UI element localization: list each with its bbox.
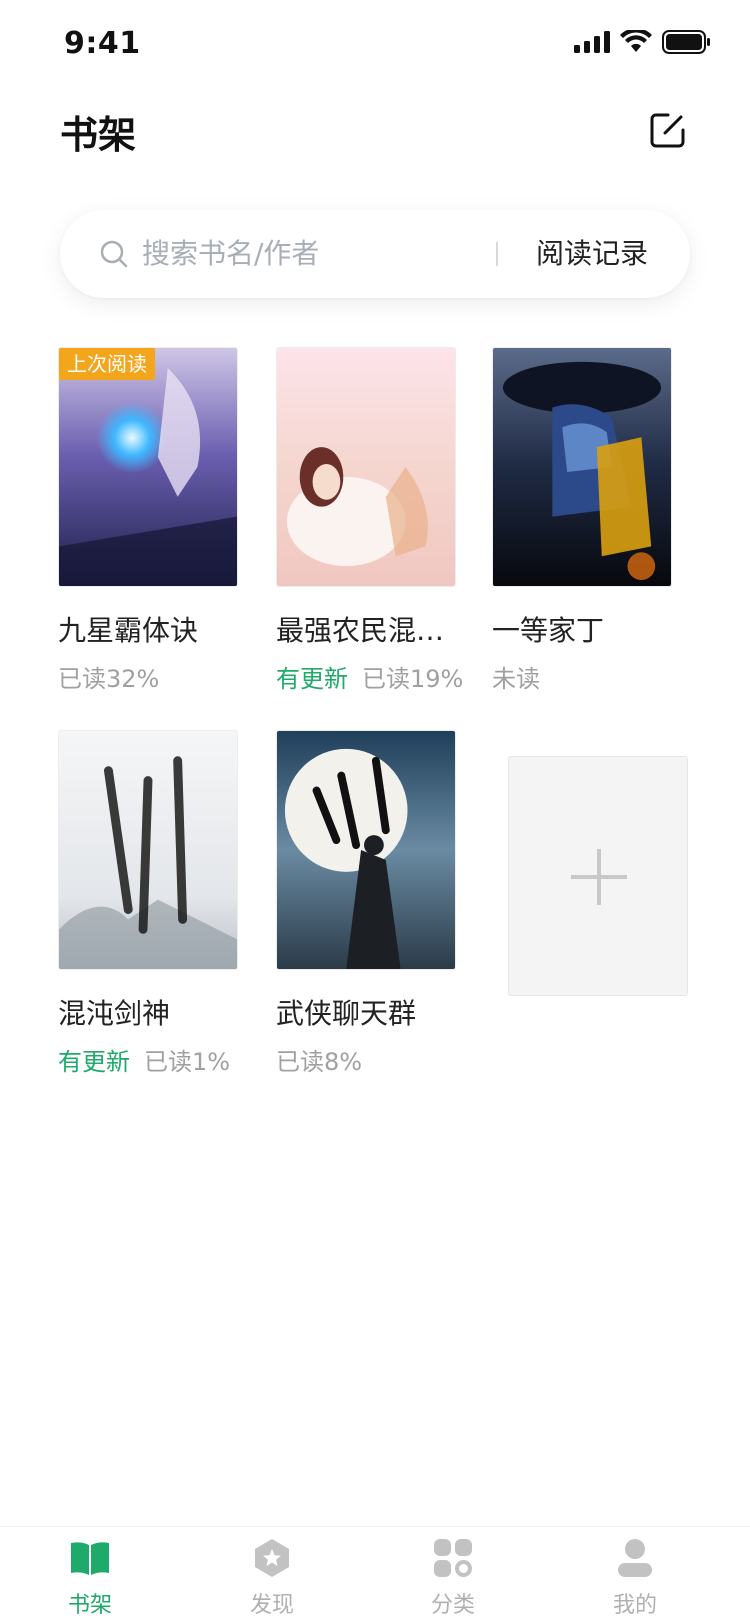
- profile-icon: [618, 1539, 652, 1577]
- signal-icon: [574, 31, 610, 53]
- book-progress: 未读: [492, 659, 540, 694]
- book-cover[interactable]: [58, 730, 238, 970]
- tab-bar: 书架 发现 分类 我的: [0, 1526, 750, 1624]
- tab-category[interactable]: 分类: [393, 1527, 513, 1624]
- search-divider: [496, 242, 498, 266]
- add-book-button[interactable]: [508, 756, 688, 996]
- tab-label: 发现: [249, 1593, 294, 1618]
- book-title[interactable]: 最强农民混…: [276, 609, 476, 649]
- book-cover[interactable]: [276, 730, 456, 970]
- plus-icon-vertical: [597, 849, 601, 905]
- book-progress: 已读8%: [276, 1042, 362, 1077]
- book-item[interactable]: 上次阅读 九星霸体诀 已读32%: [58, 347, 238, 693]
- read-progress: 已读32%: [58, 665, 160, 693]
- book-icon: [71, 1542, 109, 1575]
- cover-art: [59, 348, 237, 586]
- book-item[interactable]: 武侠聊天群 已读8%: [276, 730, 456, 1076]
- book-item[interactable]: 最强农民混… 有更新 已读19%: [276, 347, 463, 693]
- cover-art: [277, 731, 455, 969]
- book-title[interactable]: 一等家丁: [492, 609, 692, 649]
- tab-label: 我的: [612, 1593, 657, 1618]
- battery-icon: [662, 30, 710, 54]
- cover-art: [59, 731, 237, 969]
- tab-bookshelf[interactable]: 书架: [30, 1527, 150, 1624]
- book-progress: 有更新 已读19%: [276, 659, 463, 694]
- status-icons: [574, 30, 710, 54]
- tab-discover[interactable]: 发现: [212, 1527, 332, 1624]
- tab-profile[interactable]: 我的: [575, 1527, 695, 1624]
- book-title[interactable]: 武侠聊天群: [276, 992, 476, 1032]
- update-badge: 有更新: [58, 1048, 130, 1076]
- tab-label: 分类: [430, 1593, 475, 1618]
- cover-art: [277, 348, 455, 586]
- status-time: 9:41: [64, 26, 141, 61]
- read-progress: 已读19%: [362, 665, 464, 693]
- read-progress: 已读8%: [276, 1048, 363, 1076]
- search-bar[interactable]: 搜索书名/作者 阅读记录: [60, 210, 690, 298]
- page-title: 书架: [60, 113, 137, 157]
- book-item[interactable]: 混沌剑神 有更新 已读1%: [58, 730, 238, 1076]
- book-progress: 有更新 已读1%: [58, 1042, 230, 1077]
- book-item[interactable]: 一等家丁 未读: [492, 347, 672, 693]
- header: 书架: [0, 88, 750, 188]
- book-title[interactable]: 九星霸体诀: [58, 609, 258, 649]
- wifi-icon: [620, 30, 652, 52]
- tab-label: 书架: [67, 1593, 112, 1618]
- read-progress: 已读1%: [144, 1048, 231, 1076]
- update-badge: 有更新: [276, 665, 348, 693]
- cover-art: [493, 348, 671, 586]
- status-bar: 9:41: [0, 0, 750, 88]
- search-icon: [100, 240, 128, 268]
- book-cover[interactable]: [492, 347, 672, 587]
- category-icon: [434, 1539, 472, 1577]
- reading-history-button[interactable]: 阅读记录: [536, 232, 648, 276]
- book-cover[interactable]: [276, 347, 456, 587]
- book-cover[interactable]: 上次阅读: [58, 347, 238, 587]
- search-input[interactable]: 搜索书名/作者: [142, 232, 319, 276]
- last-read-badge: 上次阅读: [59, 348, 155, 380]
- book-title[interactable]: 混沌剑神: [58, 992, 258, 1032]
- edit-icon[interactable]: [648, 110, 688, 150]
- read-progress: 未读: [492, 665, 540, 693]
- discover-icon: [255, 1539, 289, 1577]
- book-progress: 已读32%: [58, 659, 159, 694]
